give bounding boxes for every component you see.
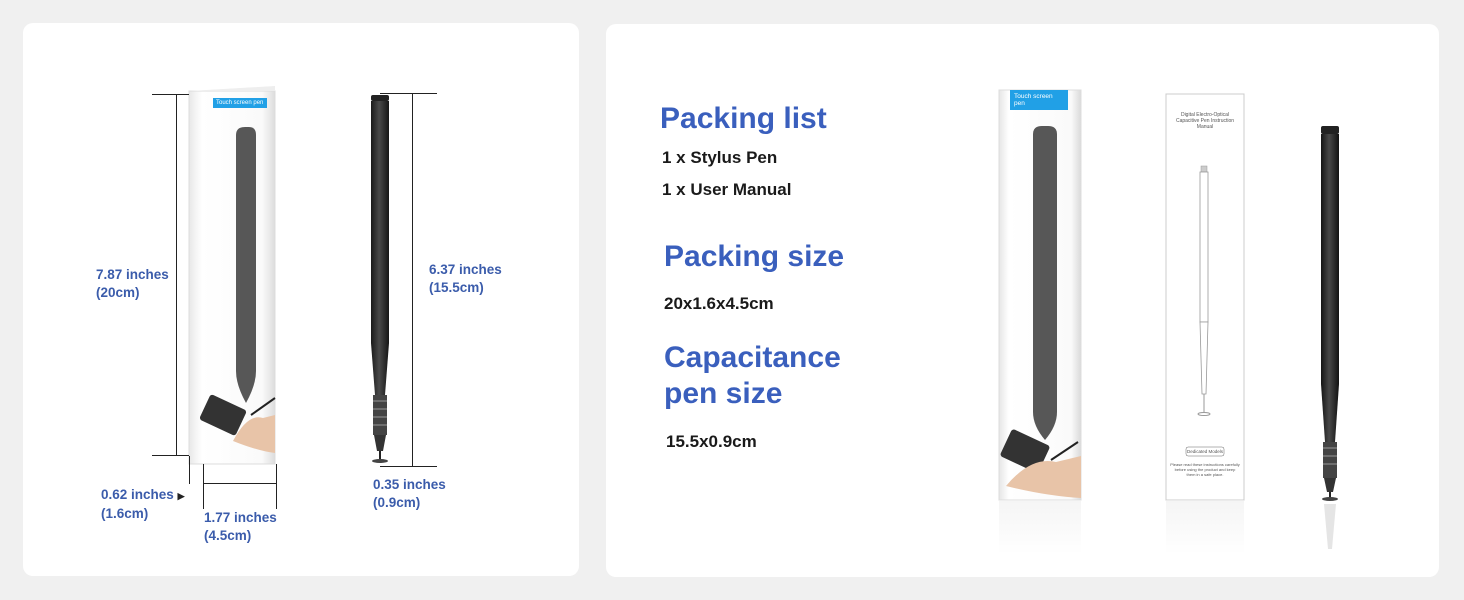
box-width-label: 1.77 inches (4.5cm)	[204, 509, 277, 545]
box-depth-line	[189, 456, 190, 484]
manual-note: Please read these instructions carefully…	[1170, 462, 1240, 477]
pen-length-label: 6.37 inches (15.5cm)	[429, 261, 502, 297]
pen-diameter-label: 0.35 inches (0.9cm)	[373, 476, 446, 512]
manual-badge: Dedicated Models	[1186, 449, 1224, 454]
box-width-line	[203, 483, 277, 484]
box-depth-inches: 0.62 inches	[101, 487, 174, 502]
box-height-cm: (20cm)	[96, 285, 140, 300]
box-height-line	[176, 94, 177, 456]
box-height-bottom-tick	[152, 455, 189, 456]
packing-info-card: Packing list 1 x Stylus Pen 1 x User Man…	[606, 24, 1439, 577]
pen-diameter-cm: (0.9cm)	[373, 495, 421, 510]
box-height-label: 7.87 inches (20cm)	[96, 266, 169, 302]
box-width-inches: 1.77 inches	[204, 510, 277, 525]
box-width-cm: (4.5cm)	[204, 528, 252, 543]
right-box-label: Touch screen pen	[1010, 90, 1068, 110]
pen-length-line	[412, 93, 413, 467]
box-label: Touch screen pen	[213, 98, 267, 108]
pen-diameter-inches: 0.35 inches	[373, 477, 446, 492]
pen-length-inches: 6.37 inches	[429, 262, 502, 277]
box-width-right-tick	[276, 464, 277, 509]
pen-length-top-tick	[380, 93, 437, 94]
pen-length-bottom-tick	[380, 466, 437, 467]
box-height-inches: 7.87 inches	[96, 267, 169, 282]
pen-length-cm: (15.5cm)	[429, 280, 484, 295]
manual-title: Digital Electro-Optical Capacitive Pen I…	[1175, 112, 1235, 130]
box-width-left-tick	[203, 464, 204, 509]
box-depth-label: 0.62 inches ▶ (1.6cm)	[101, 486, 184, 523]
arrow-right-icon: ▶	[177, 491, 185, 501]
box-depth-cm: (1.6cm)	[101, 506, 149, 521]
dimensions-card: 7.87 inches (20cm) 0.62 inches ▶ (1.6cm)…	[23, 23, 579, 576]
box-height-top-tick	[152, 94, 189, 95]
